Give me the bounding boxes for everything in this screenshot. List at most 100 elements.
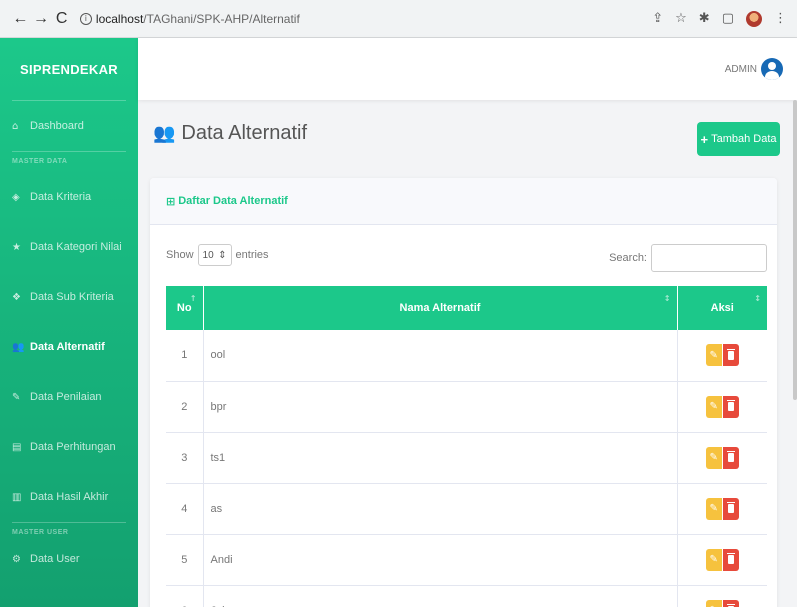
add-data-button[interactable]: + Tambah Data bbox=[697, 122, 780, 156]
sidebar-item-data-penilaian[interactable]: ✎ Data Penilaian bbox=[0, 372, 138, 422]
users-icon: 👥 bbox=[153, 123, 176, 144]
trash-icon bbox=[726, 400, 735, 411]
data-card: ⊞ Daftar Data Alternatif Show 10 ⇕ entri… bbox=[150, 178, 777, 607]
edit-button[interactable]: ✎ bbox=[705, 446, 722, 469]
trash-icon bbox=[726, 553, 735, 564]
row-number: 6 bbox=[166, 585, 204, 607]
address-bar[interactable]: i localhost/TAGhani/SPK-AHP/Alternatif bbox=[79, 7, 652, 31]
sidebar-item-label: Data Sub Kriteria bbox=[30, 291, 114, 303]
row-number: 2 bbox=[166, 381, 204, 433]
page-title: 👥 Data Alternatif bbox=[153, 122, 307, 145]
delete-button[interactable] bbox=[722, 395, 739, 418]
profile-avatar[interactable] bbox=[746, 10, 762, 27]
sort-icon: ↕ bbox=[663, 294, 671, 303]
delete-button[interactable] bbox=[722, 446, 739, 469]
sidebar-item-label: Data Alternatif bbox=[30, 341, 105, 353]
url-host: localhost bbox=[95, 11, 144, 26]
row-number: 3 bbox=[166, 432, 204, 484]
sidebar-item-label: Data Kriteria bbox=[30, 191, 92, 203]
sidebar-item-data-sub-kriteria[interactable]: ❖ Data Sub Kriteria bbox=[0, 272, 138, 322]
star-icon: ★ bbox=[12, 241, 21, 253]
column-header-aksi[interactable]: Aksi ↕ bbox=[677, 286, 767, 330]
info-icon[interactable]: i bbox=[79, 12, 92, 25]
topbar: ADMIN bbox=[138, 38, 797, 100]
alternatif-table: No ↑ Nama Alternatif ↕ Aksi ↕ 1 ool ✎ 2 bpr… bbox=[166, 286, 767, 607]
sidebar-item-data-kriteria[interactable]: ◈ Data Kriteria bbox=[0, 172, 138, 222]
browser-toolbar: ← → C i localhost/TAGhani/SPK-AHP/Altern… bbox=[0, 0, 797, 38]
edit-button[interactable]: ✎ bbox=[705, 497, 722, 520]
alternatif-name: ool bbox=[203, 330, 678, 382]
delete-button[interactable] bbox=[722, 599, 739, 607]
forward-icon[interactable]: → bbox=[31, 8, 52, 30]
edit-icon: ✎ bbox=[12, 391, 21, 403]
alternatif-name: Joko bbox=[203, 585, 678, 607]
url-path: /TAGhani/SPK-AHP/Alternatif bbox=[143, 11, 300, 26]
alternatif-name: ts1 bbox=[203, 432, 678, 484]
sidebar-item-data-hasil-akhir[interactable]: ▥ Data Hasil Akhir bbox=[0, 472, 138, 522]
sidebar-item-data-alternatif[interactable]: 👥 Data Alternatif bbox=[0, 322, 138, 372]
edit-button[interactable]: ✎ bbox=[705, 548, 722, 571]
row-actions: ✎ bbox=[677, 483, 767, 535]
sidebar-item-dashboard[interactable]: ⌂ Dashboard bbox=[0, 101, 138, 151]
extensions-icon[interactable]: ✱ bbox=[699, 11, 710, 26]
edit-button[interactable]: ✎ bbox=[705, 344, 722, 367]
cube-icon: ◈ bbox=[12, 191, 20, 203]
row-actions: ✎ bbox=[677, 534, 767, 586]
more-menu-icon[interactable]: ⋮ bbox=[774, 11, 787, 26]
row-actions: ✎ bbox=[677, 432, 767, 484]
card-header: ⊞ Daftar Data Alternatif bbox=[150, 178, 777, 225]
show-label: Show bbox=[166, 249, 194, 261]
delete-button[interactable] bbox=[722, 548, 739, 571]
column-header-no[interactable]: No ↑ bbox=[166, 286, 204, 330]
table-row: 1 ool ✎ bbox=[166, 330, 767, 382]
entries-select[interactable]: 10 ⇕ bbox=[197, 244, 232, 266]
sidebar-item-data-kategori-nilai[interactable]: ★ Data Kategori Nilai bbox=[0, 222, 138, 272]
length-control: Show 10 ⇕ entries bbox=[166, 244, 269, 266]
share-icon[interactable]: ⇪ bbox=[652, 11, 663, 26]
sidebar-item-label: Data Penilaian bbox=[30, 391, 102, 403]
page-scrollbar[interactable] bbox=[793, 100, 797, 400]
column-header-nama[interactable]: Nama Alternatif ↕ bbox=[203, 286, 678, 330]
table-row: 3 ts1 ✎ bbox=[166, 432, 767, 484]
delete-button[interactable] bbox=[722, 344, 739, 367]
browser-actions: ⇪ ☆ ✱ ▢ ⋮ bbox=[652, 10, 787, 27]
chart-icon: ▥ bbox=[12, 491, 22, 503]
sidebar-item-label: Data User bbox=[30, 553, 80, 565]
trash-icon bbox=[726, 502, 735, 513]
sort-icon: ↑ bbox=[189, 294, 197, 303]
sidebar-item-label: Data Perhitungan bbox=[30, 441, 116, 453]
sidebar-item-data-perhitungan[interactable]: ▤ Data Perhitungan bbox=[0, 422, 138, 472]
sidebar-heading-master-user: MASTER USER bbox=[12, 529, 69, 536]
edit-button[interactable]: ✎ bbox=[705, 599, 722, 607]
users-icon: 👥 bbox=[12, 341, 25, 353]
alternatif-name: Andi bbox=[203, 534, 678, 586]
table-row: 2 bpr ✎ bbox=[166, 381, 767, 433]
row-actions: ✎ bbox=[677, 381, 767, 433]
split-view-icon[interactable]: ▢ bbox=[722, 11, 734, 26]
sort-icon: ↕ bbox=[754, 294, 761, 303]
sidebar-item-label: Data Kategori Nilai bbox=[30, 241, 122, 253]
brand-title[interactable]: SIPRENDEKAR bbox=[0, 38, 138, 100]
search-input[interactable] bbox=[651, 244, 767, 272]
select-arrows-icon: ⇕ bbox=[218, 249, 227, 261]
home-icon: ⌂ bbox=[12, 120, 19, 132]
page-title-text: Data Alternatif bbox=[181, 122, 308, 144]
back-icon[interactable]: ← bbox=[10, 8, 31, 30]
user-avatar-icon[interactable] bbox=[761, 58, 783, 80]
add-data-label: Tambah Data bbox=[711, 133, 777, 145]
calculator-icon: ▤ bbox=[12, 441, 22, 453]
delete-button[interactable] bbox=[722, 497, 739, 520]
edit-button[interactable]: ✎ bbox=[705, 395, 722, 418]
entries-label: entries bbox=[235, 249, 269, 261]
alternatif-name: bpr bbox=[203, 381, 678, 433]
user-name[interactable]: ADMIN bbox=[725, 64, 757, 75]
reload-icon[interactable]: C bbox=[51, 8, 72, 30]
search-label: Search: bbox=[609, 252, 647, 264]
table-row: 5 Andi ✎ bbox=[166, 534, 767, 586]
table-row: 6 Joko ✎ bbox=[166, 585, 767, 607]
sidebar-item-data-user[interactable]: ⚙ Data User bbox=[0, 543, 138, 575]
sidebar-heading-master-data: MASTER DATA bbox=[12, 158, 68, 165]
users-cog-icon: ⚙ bbox=[12, 553, 21, 565]
star-icon[interactable]: ☆ bbox=[675, 11, 687, 26]
card-title: Daftar Data Alternatif bbox=[178, 195, 288, 207]
